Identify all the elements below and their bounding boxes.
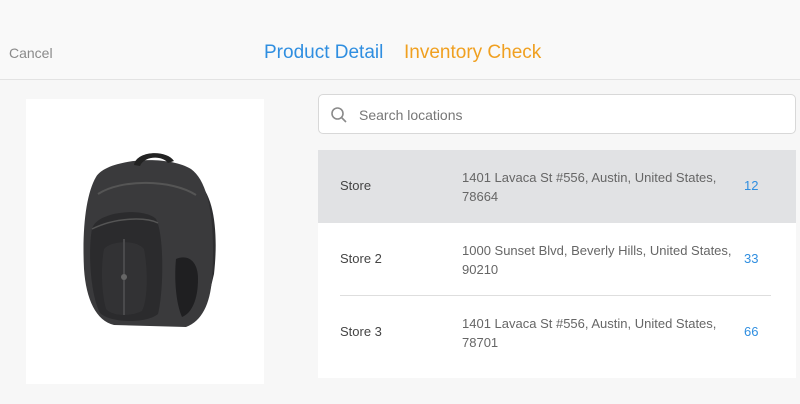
- product-image-panel: [26, 99, 264, 384]
- search-bar: [318, 94, 796, 134]
- location-name: Store 2: [340, 251, 382, 266]
- location-address: 1401 Lavaca St #556, Austin, United Stat…: [462, 170, 717, 204]
- search-icon: [331, 107, 347, 123]
- tab-product-detail[interactable]: Product Detail: [264, 42, 383, 64]
- location-count: 33: [744, 251, 759, 266]
- location-name: Store 3: [340, 324, 382, 339]
- location-row[interactable]: Store 3 1401 Lavaca St #556, Austin, Uni…: [318, 296, 796, 369]
- location-name: Store: [340, 178, 372, 193]
- tab-inventory-check[interactable]: Inventory Check: [404, 42, 541, 64]
- location-row[interactable]: Store 1401 Lavaca St #556, Austin, Unite…: [318, 150, 796, 223]
- location-row[interactable]: Store 2 1000 Sunset Blvd, Beverly Hills,…: [318, 223, 796, 296]
- top-bar: Cancel Product Detail Inventory Check: [0, 0, 800, 80]
- search-input[interactable]: [357, 101, 781, 129]
- backpack-image: [83, 153, 216, 327]
- location-address: 1401 Lavaca St #556, Austin, United Stat…: [462, 316, 717, 350]
- locations-list: Store 1401 Lavaca St #556, Austin, Unite…: [318, 150, 796, 378]
- location-count: 12: [744, 178, 759, 193]
- cancel-button[interactable]: Cancel: [9, 45, 53, 61]
- location-count: 66: [744, 324, 759, 339]
- location-address: 1000 Sunset Blvd, Beverly Hills, United …: [462, 243, 732, 277]
